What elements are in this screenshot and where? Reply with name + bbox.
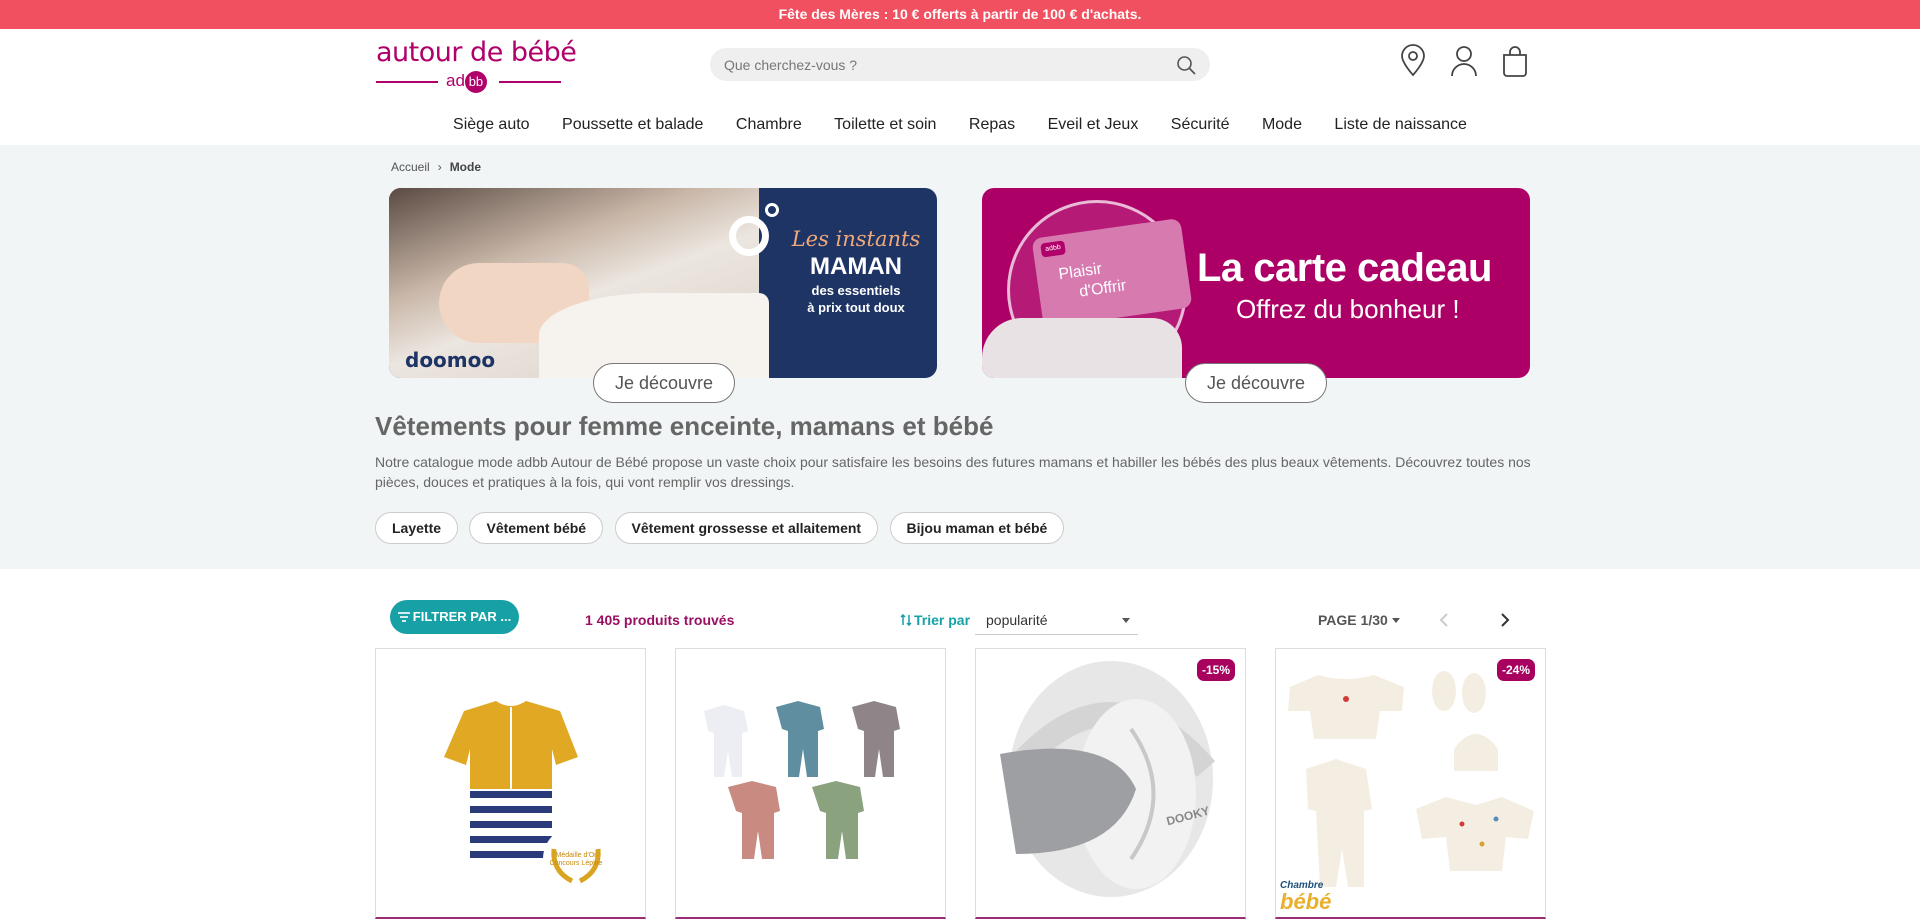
category-description: Notre catalogue mode adbb Autour de Bébé… — [375, 454, 1531, 490]
chip-bijou[interactable]: Bijou maman et bébé — [889, 512, 1065, 544]
chip-layette[interactable]: Layette — [375, 512, 459, 544]
nav-item-mode[interactable]: Mode — [1262, 110, 1302, 140]
product-card[interactable] — [675, 648, 946, 919]
nav-item-siege-auto[interactable]: Siège auto — [453, 110, 530, 140]
logo-submark: ad bb — [376, 71, 561, 93]
chip-vetement-bebe[interactable]: Vêtement bébé — [469, 512, 604, 544]
gift-card-logo: adbb — [1040, 240, 1066, 258]
logo-monogram: ad bb — [446, 71, 487, 93]
page-select-value: PAGE 1/30 — [1318, 612, 1388, 628]
banner-maman[interactable]: doomoo Les instants MAMAN des essentiels… — [389, 188, 937, 378]
product-image — [1000, 661, 1216, 897]
product-medal: Médaille d'Or Concours Lépine — [546, 852, 606, 868]
sort-select-value: popularité — [986, 612, 1048, 628]
banner-dot-icon — [765, 203, 779, 217]
banner-gift-card[interactable]: adbb Plaisir d'Offrir La carte cadeau Of… — [982, 188, 1530, 378]
product-image — [704, 701, 900, 859]
promo-bar[interactable]: Fête des Mères : 10 € offerts à partir d… — [0, 0, 1920, 29]
filter-button[interactable]: FILTRER PAR ... — [390, 600, 519, 634]
discount-badge: -24% — [1496, 659, 1535, 681]
nav-item-eveil[interactable]: Eveil et Jeux — [1048, 110, 1139, 140]
banner-gift-headline: La carte cadeau — [1197, 246, 1492, 290]
site-logo[interactable]: autour de bébé ad bb — [376, 37, 577, 93]
nav-item-chambre[interactable]: Chambre — [736, 110, 802, 140]
search-icon[interactable] — [1176, 55, 1196, 75]
breadcrumb-separator: › — [437, 160, 442, 174]
search-bar[interactable] — [710, 48, 1210, 81]
gift-card-logo-text: adbb — [1044, 243, 1062, 254]
discount-badge: -15% — [1196, 659, 1235, 681]
banner-maman-line2: à prix tout doux — [807, 300, 905, 315]
banner-maman-text: Les instants MAMAN des essentiels à prix… — [781, 228, 931, 316]
product-card[interactable]: -24% Chambre bébé — [1275, 648, 1546, 919]
sort-label-text: Trier par — [914, 612, 971, 628]
logo-monogram-text: ad — [446, 71, 465, 90]
product-image — [444, 701, 609, 892]
banner-gift-cta-button[interactable]: Je découvre — [1185, 363, 1327, 403]
gift-card-label: Plaisir d'Offrir — [1057, 256, 1128, 305]
sort-icon — [900, 613, 912, 627]
prev-page-icon[interactable] — [1435, 610, 1455, 630]
chevron-down-icon — [1122, 618, 1130, 623]
search-input[interactable] — [724, 48, 1164, 81]
chip-vetement-grossesse[interactable]: Vêtement grossesse et allaitement — [614, 512, 879, 544]
nav-item-liste-naissance[interactable]: Liste de naissance — [1334, 110, 1467, 140]
banner-brand-logo: doomoo — [405, 348, 496, 372]
banner-maman-headline: MAMAN — [810, 253, 902, 280]
subcategory-chips: Layette Vêtement bébé Vêtement grossesse… — [375, 512, 1071, 544]
banner-maman-cta-button[interactable]: Je découvre — [593, 363, 735, 403]
main-nav: Siège auto Poussette et balade Chambre T… — [0, 110, 1920, 145]
logo-wordmark: autour de bébé — [376, 37, 577, 68]
banner-ring-icon — [729, 216, 769, 256]
nav-item-toilette[interactable]: Toilette et soin — [834, 110, 936, 140]
banner-maman-script: Les instants — [791, 227, 921, 251]
nav-item-poussette[interactable]: Poussette et balade — [562, 110, 703, 140]
product-corner-label: Chambre bébé — [1280, 881, 1331, 913]
filter-icon — [397, 612, 410, 622]
promo-text: Fête des Mères : 10 € offerts à partir d… — [778, 6, 1142, 22]
breadcrumb-home[interactable]: Accueil — [391, 160, 430, 174]
next-page-icon[interactable] — [1494, 610, 1514, 630]
product-card[interactable]: -15% DOOKY — [975, 648, 1246, 919]
chevron-down-icon — [1391, 618, 1400, 623]
product-card[interactable]: Médaille d'Or Concours Lépine — [375, 648, 646, 919]
breadcrumb: Accueil › Mode — [391, 160, 481, 174]
banner-maman-line1: des essentiels — [811, 283, 901, 298]
sort-label: Trier par — [900, 612, 970, 628]
banner-gift-subline: Offrez du bonheur ! — [1236, 294, 1460, 324]
product-corner-line2: bébé — [1280, 889, 1332, 914]
sort-select[interactable]: popularité — [975, 605, 1138, 635]
nav-item-repas[interactable]: Repas — [969, 110, 1015, 140]
breadcrumb-current: Mode — [449, 160, 482, 174]
user-icon[interactable] — [1449, 44, 1479, 78]
product-medal-line1: Médaille d'Or — [555, 852, 597, 859]
logo-rule-left — [376, 81, 438, 83]
product-image — [1288, 671, 1534, 887]
location-icon[interactable] — [1398, 44, 1428, 78]
category-hero: Accueil › Mode doomoo Les instants MAMAN d… — [0, 145, 1920, 569]
logo-rule-right — [499, 81, 561, 83]
logo-monogram-badge: bb — [464, 71, 487, 93]
banner-maman-photo: doomoo — [389, 188, 769, 378]
results-count: 1 405 produits trouvés — [585, 612, 735, 628]
nav-item-securite[interactable]: Sécurité — [1171, 110, 1230, 140]
filter-label: FILTRER PAR ... — [412, 609, 512, 624]
page-title: Vêtements pour femme enceinte, mamans et… — [375, 411, 994, 441]
cart-icon[interactable] — [1500, 44, 1530, 78]
gift-card-hand — [982, 318, 1182, 378]
product-medal-line2: Concours Lépine — [549, 860, 603, 867]
page-select[interactable]: PAGE 1/30 — [1318, 612, 1400, 628]
